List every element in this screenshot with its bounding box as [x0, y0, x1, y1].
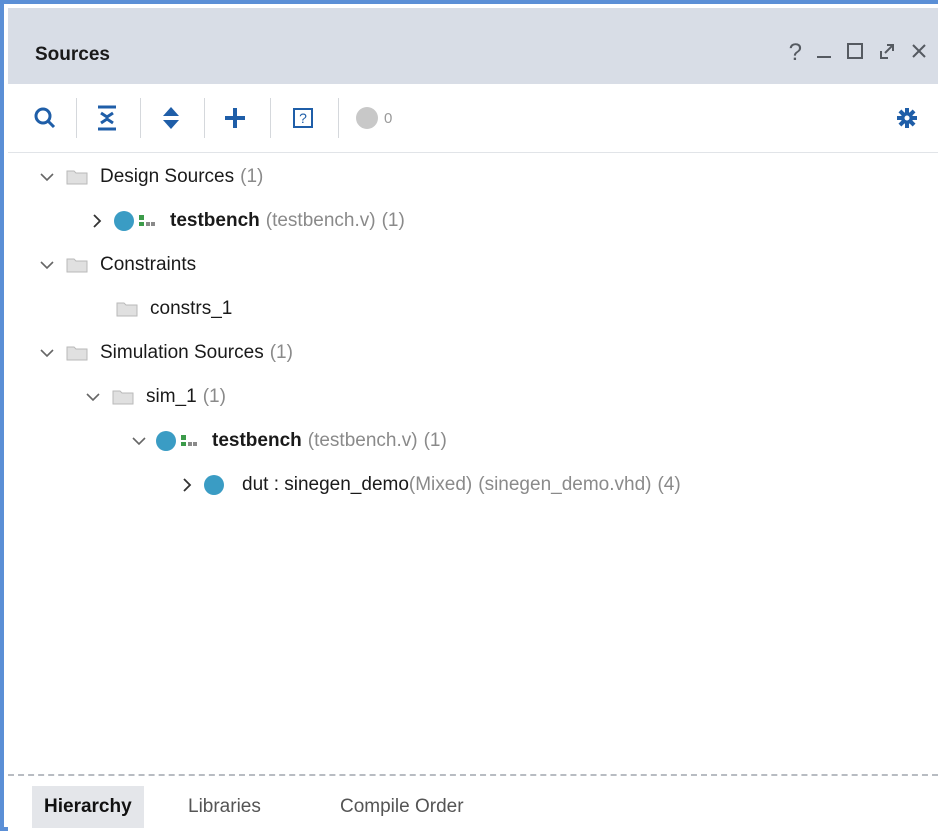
- svg-text:?: ?: [299, 110, 307, 126]
- close-icon[interactable]: [910, 41, 928, 65]
- toolbar-divider: [270, 98, 271, 138]
- module-file: (testbench.v): [307, 430, 418, 451]
- module-name: testbench: [170, 210, 260, 231]
- panel-title: Sources: [35, 44, 110, 65]
- tree-label: sim_1: [146, 386, 197, 407]
- chevron-down-icon[interactable]: [130, 432, 148, 450]
- sources-panel: Sources ? ? 0 Design Sources (1) testben…: [0, 0, 938, 831]
- tree-node-dut[interactable]: dut : sinegen_demo (Mixed) (sinegen_demo…: [178, 470, 681, 500]
- sources-toolbar: ? 0: [8, 84, 938, 153]
- tree-label: Design Sources: [100, 166, 235, 187]
- tree-node-constrs-1[interactable]: constrs_1: [116, 294, 232, 324]
- minimize-icon[interactable]: [816, 40, 832, 65]
- folder-icon: [66, 258, 88, 273]
- chevron-down-icon[interactable]: [84, 388, 102, 406]
- chevron-down-icon[interactable]: [38, 256, 56, 274]
- status-indicator[interactable]: 0: [356, 102, 416, 134]
- instance-type: (Mixed): [408, 474, 473, 495]
- tree-count: (4): [657, 474, 681, 495]
- chevron-down-icon[interactable]: [38, 344, 56, 362]
- chevron-right-icon[interactable]: [88, 212, 106, 230]
- maximize-icon[interactable]: [846, 41, 864, 65]
- collapse-all-icon[interactable]: [92, 102, 122, 134]
- tree-node-sim-testbench[interactable]: testbench (testbench.v) (1): [130, 426, 447, 456]
- tree-node-simulation-sources[interactable]: Simulation Sources (1): [38, 338, 293, 368]
- plus-icon[interactable]: [220, 102, 250, 134]
- window-controls: ?: [789, 40, 928, 65]
- tree-label: Constraints: [100, 254, 197, 275]
- folder-icon: [116, 302, 138, 317]
- status-count: 0: [384, 109, 393, 127]
- tree-label: Simulation Sources: [100, 342, 264, 363]
- float-icon[interactable]: [878, 41, 896, 65]
- folder-icon: [66, 170, 88, 185]
- tree-count: (1): [240, 166, 264, 187]
- hierarchy-icon: [139, 215, 155, 226]
- module-name: testbench: [212, 430, 302, 451]
- help-icon[interactable]: ?: [789, 40, 802, 65]
- instance-file: (sinegen_demo.vhd): [478, 474, 652, 495]
- instance-name: dut : sinegen_demo: [242, 474, 409, 495]
- hierarchy-icon: [181, 435, 197, 446]
- folder-icon: [112, 390, 134, 405]
- gear-icon[interactable]: [892, 102, 922, 134]
- chevron-right-icon[interactable]: [178, 476, 196, 494]
- tree-node-constraints[interactable]: Constraints: [38, 250, 196, 280]
- tab-compile-order[interactable]: Compile Order: [340, 786, 464, 828]
- tree-count: (1): [202, 386, 226, 407]
- toolbar-divider: [140, 98, 141, 138]
- expand-all-icon[interactable]: [156, 102, 186, 134]
- panel-title-bar: Sources ?: [8, 8, 938, 84]
- search-icon[interactable]: [30, 102, 60, 134]
- module-file: (testbench.v): [265, 210, 376, 231]
- chevron-down-icon[interactable]: [38, 168, 56, 186]
- tree-label: constrs_1: [150, 298, 233, 319]
- tree-count: (1): [269, 342, 293, 363]
- tab-libraries[interactable]: Libraries: [188, 786, 261, 828]
- toolbar-divider: [76, 98, 77, 138]
- module-icon: [204, 475, 224, 495]
- tabs-divider: [8, 774, 938, 776]
- tree-node-design-testbench[interactable]: testbench (testbench.v) (1): [88, 206, 405, 236]
- tree-count: (1): [381, 210, 405, 231]
- status-dot-icon: [356, 107, 378, 129]
- tree-count: (1): [423, 430, 447, 451]
- help-box-icon[interactable]: ?: [288, 102, 318, 134]
- module-icon: [156, 431, 176, 451]
- folder-icon: [66, 346, 88, 361]
- tree-node-sim-1[interactable]: sim_1 (1): [84, 382, 226, 412]
- view-tabs: Hierarchy Libraries Compile Order: [8, 778, 938, 831]
- tree-node-design-sources[interactable]: Design Sources (1): [38, 162, 263, 192]
- toolbar-divider: [204, 98, 205, 138]
- module-icon: [114, 211, 134, 231]
- tab-hierarchy[interactable]: Hierarchy: [32, 786, 144, 828]
- toolbar-divider: [338, 98, 339, 138]
